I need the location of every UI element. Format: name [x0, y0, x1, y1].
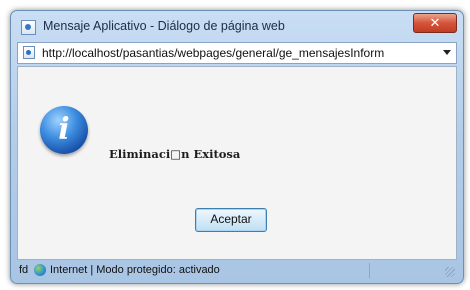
- info-glyph: i: [58, 112, 70, 147]
- dialog-content: i Eliminaci□n Exitosa Aceptar: [17, 66, 457, 260]
- accept-button[interactable]: Aceptar: [195, 208, 267, 232]
- status-bar: fd Internet | Modo protegido: activado: [17, 262, 457, 279]
- dialog-window: Mensaje Aplicativo - Diálogo de página w…: [10, 10, 464, 284]
- dropdown-arrow-icon[interactable]: [443, 50, 451, 55]
- status-zone-text: Internet | Modo protegido: activado: [50, 264, 220, 276]
- message-text: Eliminaci□n Exitosa: [109, 147, 241, 161]
- page-icon: [23, 46, 35, 59]
- info-icon: i: [40, 106, 88, 154]
- address-bar[interactable]: http://localhost/pasantias/webpages/gene…: [17, 42, 457, 64]
- close-button[interactable]: ✕: [413, 13, 457, 33]
- url-text: http://localhost/pasantias/webpages/gene…: [42, 46, 385, 60]
- status-prefix: fd: [19, 264, 29, 276]
- resize-grip-icon[interactable]: [445, 267, 455, 277]
- status-divider: [369, 263, 370, 278]
- app-icon: [21, 20, 36, 35]
- window-title: Mensaje Aplicativo - Diálogo de página w…: [43, 19, 285, 33]
- title-bar[interactable]: Mensaje Aplicativo - Diálogo de página w…: [11, 11, 463, 41]
- globe-icon: [34, 264, 46, 276]
